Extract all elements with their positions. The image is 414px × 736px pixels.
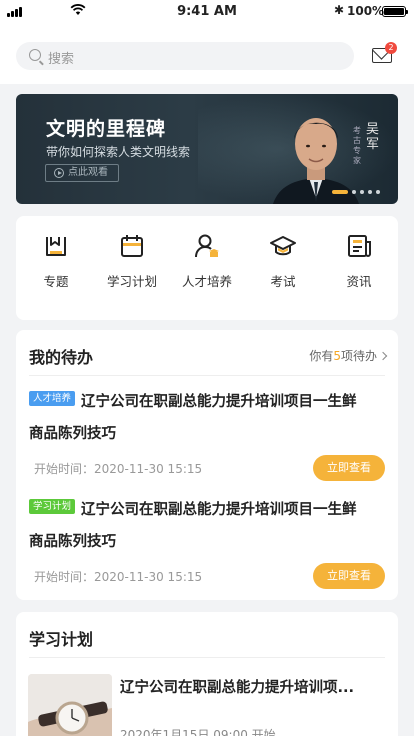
graduation-cap-icon (270, 236, 296, 256)
nav-label: 人才培养 (181, 274, 232, 289)
todo-title: 我的待办 (29, 348, 94, 367)
nav-label: 学习计划 (106, 274, 157, 289)
search-icon (29, 49, 41, 61)
battery-icon (382, 6, 408, 17)
talent-icon (195, 234, 219, 258)
battery-percent: 100% (347, 4, 385, 18)
search-input[interactable]: 搜索 (16, 42, 354, 70)
banner-subtitle: 带你如何探索人类文明线索 (46, 145, 191, 159)
study-plan-card: 学习计划 辽宁公司在职副总能力提升培训项... 2020年1月15日 09:00… (16, 612, 398, 736)
banner-title: 文明的里程碑 (46, 118, 167, 140)
play-icon (54, 168, 64, 178)
carousel-indicator (332, 190, 384, 194)
nav-item-news[interactable]: 资讯 (321, 216, 397, 320)
carousel-dot[interactable] (376, 190, 380, 194)
todo-item[interactable]: 辽宁公司在职副总能力提升培训项目一生鲜商品陈列技巧 学习计划 开始时间：2020… (29, 494, 385, 604)
mail-badge: 2 (385, 42, 397, 54)
search-placeholder: 搜索 (48, 52, 75, 67)
calendar-icon (121, 235, 143, 257)
banner-watch-button[interactable]: 点此观看 (45, 164, 119, 182)
carousel-dot[interactable] (352, 190, 356, 194)
study-plan-thumbnail[interactable] (28, 674, 112, 736)
bluetooth-icon: ✱ (334, 3, 345, 17)
todo-item-time: 开始时间：2020-11-30 15:15 (34, 462, 203, 476)
chevron-right-icon (378, 351, 388, 361)
banner-person-name: 吴军 (366, 122, 380, 152)
header: 搜索 2 (0, 24, 414, 84)
quick-nav: 专题 学习计划 人才培养 考试 资讯 (16, 216, 398, 320)
todo-item-title: 辽宁公司在职副总能力提升培训项目一生鲜商品陈列技巧 (29, 502, 357, 550)
todo-more-link[interactable]: 你有5项待办 (309, 347, 388, 364)
todo-more-prefix: 你有 (309, 349, 334, 363)
todo-item-title: 辽宁公司在职副总能力提升培训项目一生鲜商品陈列技巧 (29, 394, 357, 442)
todo-item-time: 开始时间：2020-11-30 15:15 (34, 570, 203, 584)
view-now-button[interactable]: 立即查看 (313, 455, 385, 481)
study-plan-item-title[interactable]: 辽宁公司在职副总能力提升培训项... (120, 676, 354, 697)
todo-count: 5 (333, 349, 341, 363)
nav-item-study-plan[interactable]: 学习计划 (94, 216, 170, 320)
todo-item[interactable]: 辽宁公司在职副总能力提升培训项目一生鲜商品陈列技巧 人才培养 开始时间：2020… (29, 386, 385, 496)
nav-label: 资讯 (346, 274, 372, 289)
watch-image (28, 674, 112, 736)
carousel-dot-active[interactable] (332, 190, 348, 194)
divider (29, 657, 385, 658)
carousel-dot[interactable] (360, 190, 364, 194)
divider (29, 375, 385, 376)
study-plan-title: 学习计划 (29, 630, 94, 649)
view-now-button[interactable]: 立即查看 (313, 563, 385, 589)
tag-talent: 人才培养 (29, 391, 76, 406)
news-icon (348, 235, 371, 257)
nav-label: 考试 (270, 274, 296, 289)
topic-icon (46, 237, 66, 256)
carousel-dot[interactable] (368, 190, 372, 194)
nav-item-talent[interactable]: 人才培养 (169, 216, 245, 320)
nav-item-topic[interactable]: 专题 (18, 216, 94, 320)
todo-card: 我的待办 你有5项待办 辽宁公司在职副总能力提升培训项目一生鲜商品陈列技巧 人才… (16, 330, 398, 600)
study-plan-item-time: 2020年1月15日 09:00 开始 (120, 728, 276, 736)
banner[interactable]: 文明的里程碑 带你如何探索人类文明线索 点此观看 吴军 考古专家 (16, 94, 398, 204)
tag-study-plan: 学习计划 (29, 499, 76, 514)
status-bar: 9:41 AM ✱ 100% (0, 0, 414, 24)
banner-person-role: 考古专家 (353, 126, 361, 165)
nav-label: 专题 (43, 274, 69, 289)
todo-more-suffix: 项待办 (340, 349, 377, 363)
nav-item-exam[interactable]: 考试 (245, 216, 321, 320)
banner-watch-label: 点此观看 (68, 167, 108, 178)
